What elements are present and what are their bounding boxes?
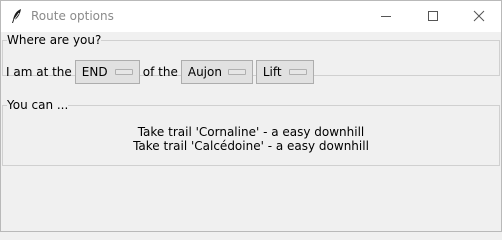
position-value: END: [81, 65, 108, 79]
options-group: You can ... Take trail 'Cornaline' - a e…: [2, 99, 500, 166]
maximize-icon: [427, 7, 439, 26]
position-dropdown-indicator-icon: [114, 69, 133, 75]
options-list: Take trail 'Cornaline' - a easy downhill…: [3, 125, 499, 153]
app-window: Route options Where are you? I am at the…: [0, 0, 502, 232]
of-the-label: of the: [142, 65, 178, 79]
kind-value: Lift: [262, 65, 282, 79]
kind-dropdown-indicator-icon: [288, 69, 307, 75]
minimize-icon: [380, 7, 392, 26]
location-row: I am at the END of the Aujon Lift: [6, 59, 317, 85]
place-dropdown-indicator-icon: [227, 69, 246, 75]
position-dropdown[interactable]: END: [74, 60, 140, 84]
minimize-button[interactable]: [363, 1, 409, 32]
option-item: Take trail 'Calcédoine' - a easy downhil…: [133, 139, 369, 153]
window-title: Route options: [31, 9, 114, 23]
feather-icon: [10, 8, 24, 24]
location-legend: Where are you?: [7, 33, 102, 47]
maximize-button[interactable]: [410, 1, 456, 32]
place-dropdown[interactable]: Aujon: [180, 60, 253, 84]
title-bar[interactable]: Route options: [1, 1, 501, 32]
place-value: Aujon: [187, 65, 222, 79]
kind-dropdown[interactable]: Lift: [255, 60, 314, 84]
location-group: Where are you? I am at the END of the Au…: [2, 33, 500, 84]
position-prefix-label: I am at the: [6, 65, 72, 79]
close-button[interactable]: [456, 1, 502, 32]
close-icon: [473, 7, 485, 26]
options-legend: You can ...: [7, 98, 69, 112]
option-item: Take trail 'Cornaline' - a easy downhill: [137, 125, 365, 139]
